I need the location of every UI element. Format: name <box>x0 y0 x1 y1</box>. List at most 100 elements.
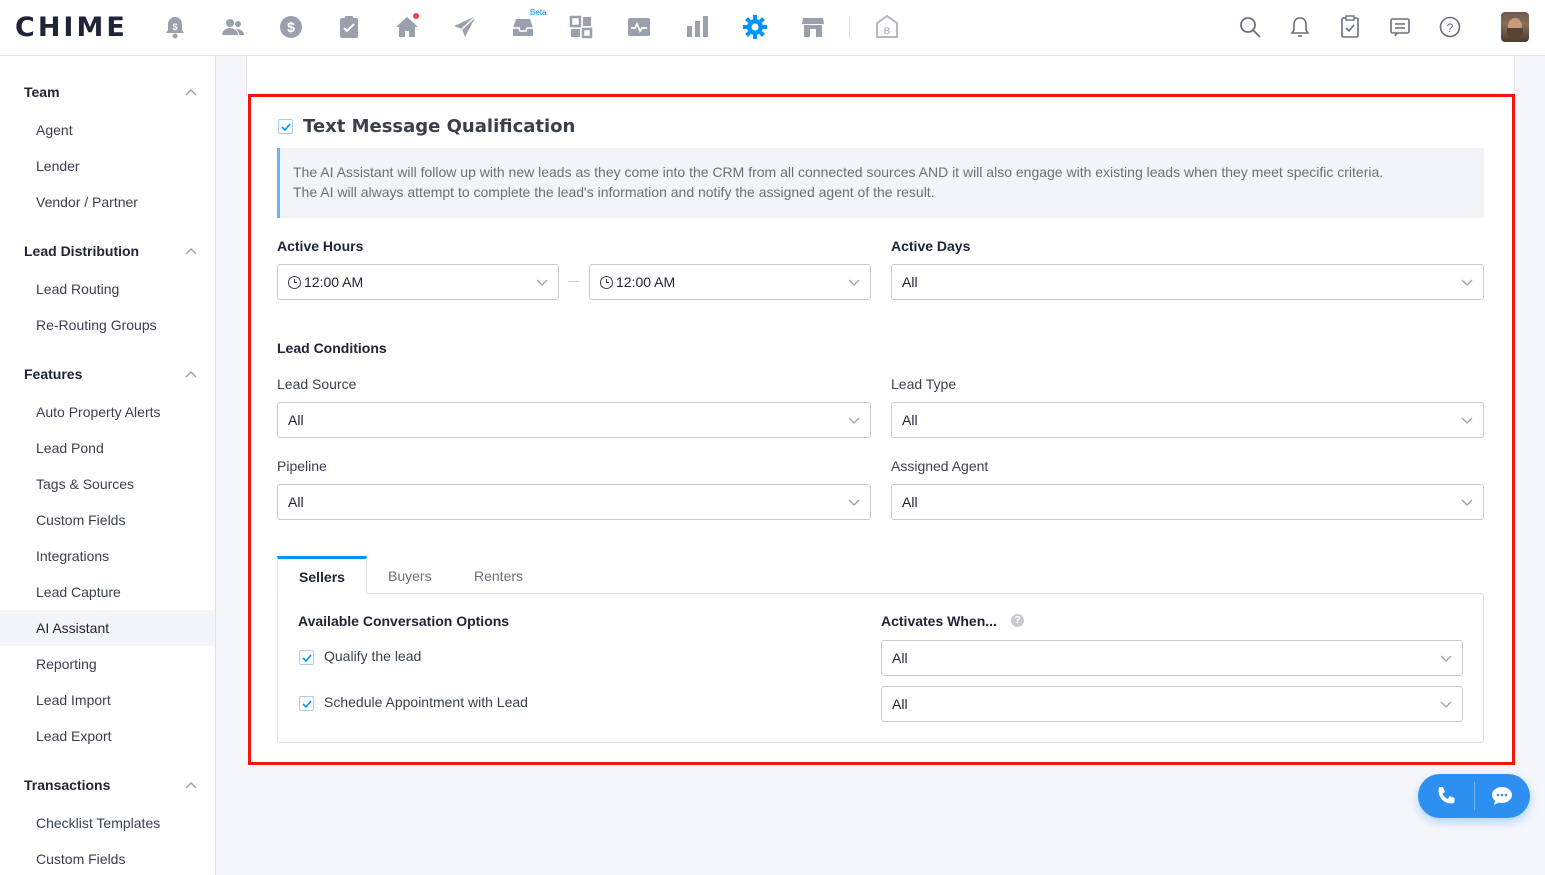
lead-conditions-heading: Lead Conditions <box>277 340 387 356</box>
active-days-value: All <box>902 274 918 290</box>
fab-divider <box>1474 782 1475 810</box>
lead-type-select[interactable]: All <box>891 402 1484 438</box>
assigned-agent-label: Assigned Agent <box>891 458 989 474</box>
lead-source-select[interactable]: All <box>277 402 871 438</box>
sidebar-item-auto-property-alerts[interactable]: Auto Property Alerts <box>0 394 215 430</box>
sidebar-item-ai-assistant[interactable]: AI Assistant <box>0 610 215 646</box>
dashboard-grid-icon[interactable] <box>566 12 596 42</box>
sidebar-section-features[interactable]: Features <box>24 366 82 382</box>
sidebar-item-lender[interactable]: Lender <box>0 148 215 184</box>
sidebar-item-lead-import[interactable]: Lead Import <box>0 682 215 718</box>
sidebar-item-transaction-custom-fields[interactable]: Custom Fields <box>0 841 215 875</box>
sidebar-item-vendor-partner[interactable]: Vendor / Partner <box>0 184 215 220</box>
sidebar-section-lead-distribution[interactable]: Lead Distribution <box>24 243 139 259</box>
phone-icon[interactable] <box>1434 784 1458 808</box>
lead-type-label: Lead Type <box>891 376 957 392</box>
activity-icon[interactable] <box>624 12 654 42</box>
content-panel <box>246 56 1515 96</box>
conversation-options-heading: Available Conversation Options <box>298 613 510 629</box>
svg-text:$: $ <box>287 19 295 35</box>
nav-separator <box>849 16 850 38</box>
info-text-line-1: The AI Assistant will follow up with new… <box>293 164 1384 180</box>
chime-logo[interactable]: CHIME <box>15 12 128 43</box>
active-hours-label: Active Hours <box>277 238 364 254</box>
send-icon[interactable] <box>450 12 480 42</box>
active-days-label: Active Days <box>891 238 971 254</box>
search-icon[interactable] <box>1235 12 1265 42</box>
chevron-down-icon <box>1461 279 1473 286</box>
start-time-value: 12:00 AM <box>304 274 364 290</box>
avatar[interactable] <box>1501 12 1529 42</box>
lead-source-value: All <box>288 412 304 428</box>
chat-bubble-icon[interactable] <box>1490 784 1514 808</box>
card-title: Text Message Qualification <box>303 116 576 137</box>
clock-icon <box>288 276 301 289</box>
help-icon[interactable]: ? <box>1435 12 1465 42</box>
tab-renters[interactable]: Renters <box>474 556 523 594</box>
lead-type-value: All <box>902 412 918 428</box>
help-circle-icon[interactable]: ? <box>1011 614 1024 627</box>
tab-buyers[interactable]: Buyers <box>388 556 432 594</box>
pipeline-value: All <box>288 494 304 510</box>
active-hours-start-select[interactable]: 12:00 AM <box>277 264 559 300</box>
svg-text:B: B <box>884 26 891 36</box>
qualify-lead-activates-value: All <box>892 650 908 666</box>
qualify-lead-label: Qualify the lead <box>324 648 422 664</box>
chevron-up-icon[interactable] <box>184 87 198 97</box>
active-hours-end-select[interactable]: 12:00 AM <box>589 264 871 300</box>
svg-text:$: $ <box>172 22 177 32</box>
schedule-appointment-label: Schedule Appointment with Lead <box>324 694 528 710</box>
building-icon[interactable]: B <box>872 12 902 42</box>
chevron-up-icon[interactable] <box>184 246 198 256</box>
qualify-lead-checkbox[interactable] <box>299 650 314 665</box>
qualify-lead-activates-select[interactable]: All <box>881 640 1463 676</box>
sidebar-item-lead-routing[interactable]: Lead Routing <box>0 271 215 307</box>
tab-sellers[interactable]: Sellers <box>277 556 367 594</box>
notification-bell-icon[interactable] <box>1285 12 1315 42</box>
sidebar-item-checklist-templates[interactable]: Checklist Templates <box>0 805 215 841</box>
top-navigation-bar: CHIME $ $ Beta B ? <box>0 0 1545 56</box>
chevron-up-icon[interactable] <box>184 369 198 379</box>
pipeline-select[interactable]: All <box>277 484 871 520</box>
chevron-down-icon <box>1440 701 1452 708</box>
chevron-up-icon[interactable] <box>184 780 198 790</box>
sidebar-item-reporting[interactable]: Reporting <box>0 646 215 682</box>
enable-qualification-checkbox[interactable] <box>278 119 293 134</box>
clock-icon <box>600 276 613 289</box>
notification-dot <box>413 13 419 19</box>
alert-bell-icon[interactable]: $ <box>160 12 190 42</box>
dollar-icon[interactable]: $ <box>276 12 306 42</box>
beta-label: Beta <box>530 8 547 17</box>
schedule-appointment-activates-value: All <box>892 696 908 712</box>
chevron-down-icon <box>848 499 860 506</box>
sidebar-section-transactions[interactable]: Transactions <box>24 777 110 793</box>
chevron-down-icon <box>1440 655 1452 662</box>
sidebar-item-custom-fields[interactable]: Custom Fields <box>0 502 215 538</box>
storefront-icon[interactable] <box>798 12 828 42</box>
sidebar-item-lead-export[interactable]: Lead Export <box>0 718 215 754</box>
sidebar-item-integrations[interactable]: Integrations <box>0 538 215 574</box>
info-text-line-2: The AI will always attempt to complete t… <box>293 184 935 200</box>
team-icon[interactable] <box>218 12 248 42</box>
message-icon[interactable] <box>1385 12 1415 42</box>
sidebar-item-tags-sources[interactable]: Tags & Sources <box>0 466 215 502</box>
sidebar-item-lead-pond[interactable]: Lead Pond <box>0 430 215 466</box>
schedule-appointment-activates-select[interactable]: All <box>881 686 1463 722</box>
info-callout: The AI Assistant will follow up with new… <box>277 148 1484 218</box>
active-days-select[interactable]: All <box>891 264 1484 300</box>
settings-gear-icon[interactable] <box>740 12 770 42</box>
sidebar-section-team[interactable]: Team <box>24 84 60 100</box>
sidebar-item-lead-capture[interactable]: Lead Capture <box>0 574 215 610</box>
chevron-down-icon <box>1461 499 1473 506</box>
chevron-down-icon <box>536 279 548 286</box>
bar-chart-icon[interactable] <box>682 12 712 42</box>
chevron-down-icon <box>1461 417 1473 424</box>
assigned-agent-select[interactable]: All <box>891 484 1484 520</box>
sidebar-item-agent[interactable]: Agent <box>0 112 215 148</box>
clipboard-icon[interactable] <box>334 12 364 42</box>
sidebar-item-re-routing-groups[interactable]: Re-Routing Groups <box>0 307 215 343</box>
schedule-appointment-checkbox[interactable] <box>299 696 314 711</box>
task-icon[interactable] <box>1335 12 1365 42</box>
time-range-dash <box>568 281 579 282</box>
end-time-value: 12:00 AM <box>616 274 676 290</box>
